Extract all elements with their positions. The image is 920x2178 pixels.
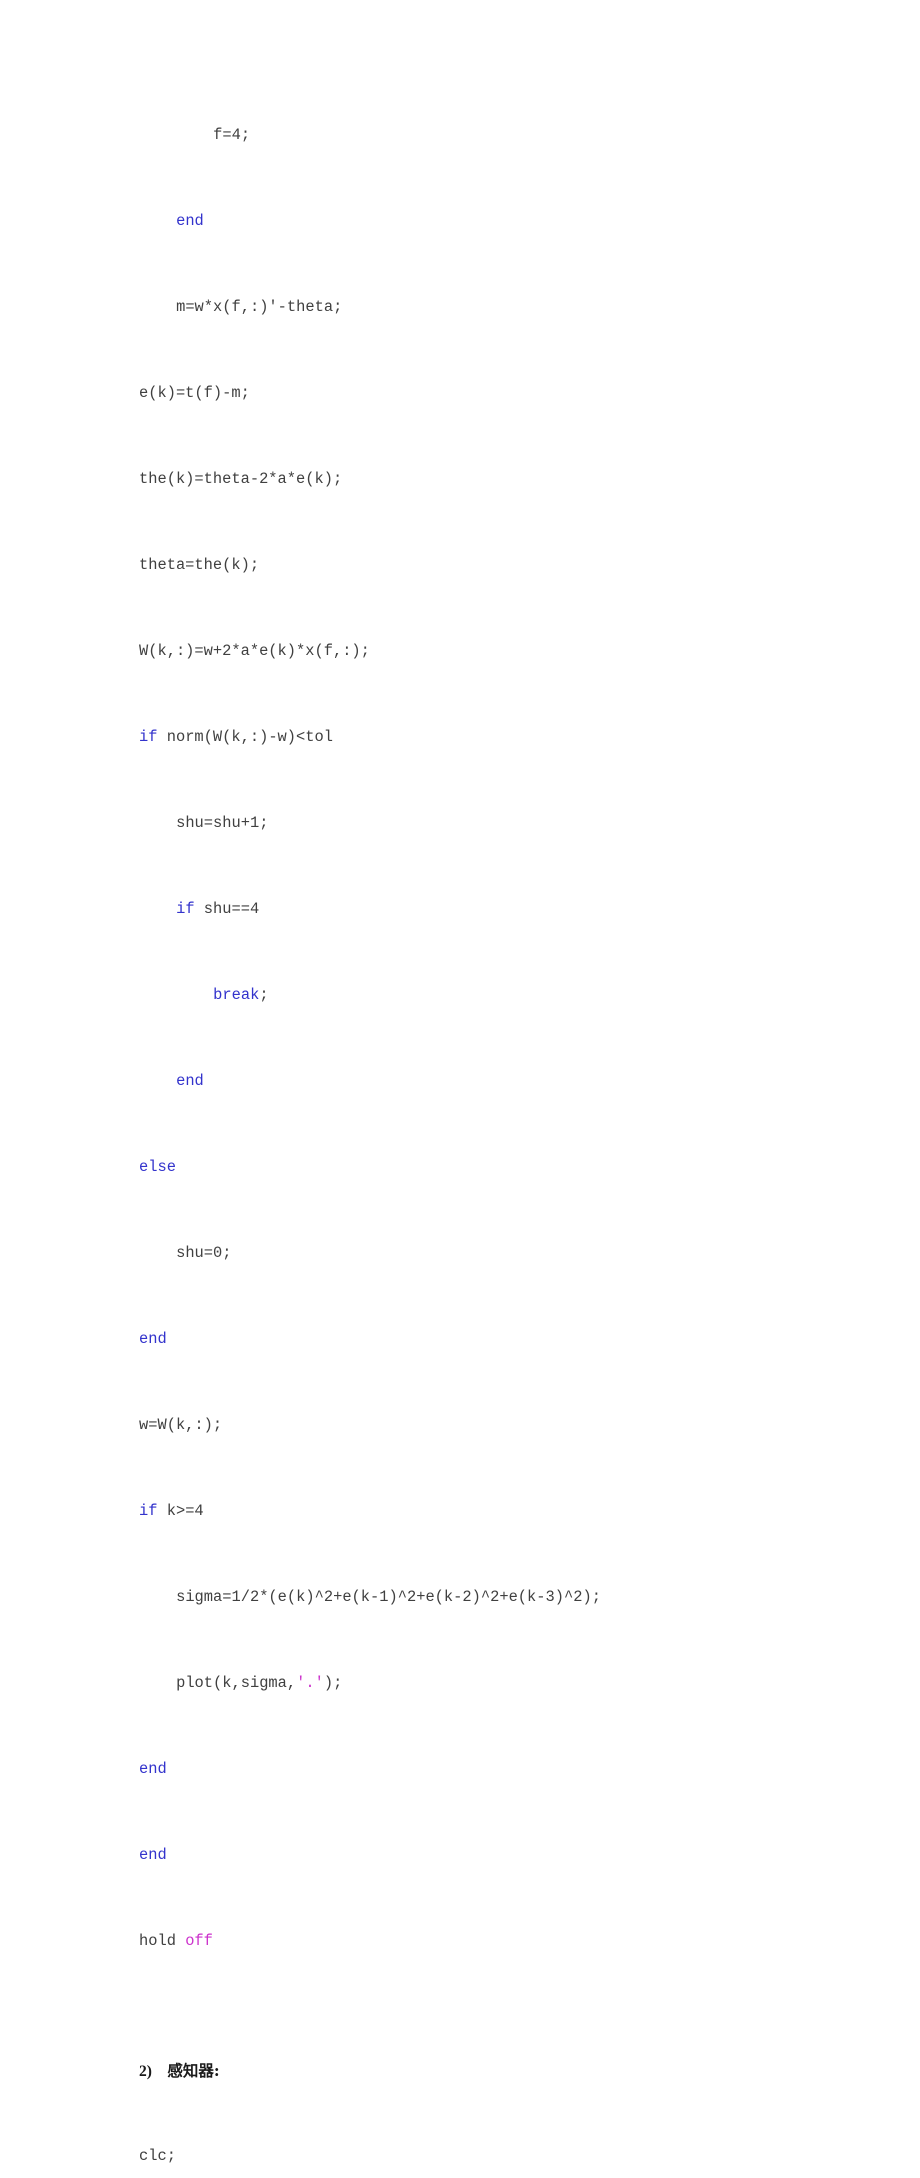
document-page: f=4; end m=w*x(f,:)'-theta; e(k)=t(f)-m;… (0, 0, 920, 2165)
code-line: shu=0; (139, 1232, 839, 1275)
code-keyword: end (139, 1846, 167, 1864)
code-keyword: break (213, 986, 260, 1004)
code-keyword: if (176, 900, 195, 918)
code-text: the(k)=theta-2*a*e(k); (139, 470, 343, 488)
code-keyword: if (139, 1502, 158, 1520)
code-keyword: end (176, 212, 204, 230)
code-line: theta=the(k); (139, 544, 839, 587)
code-text: shu=0; (176, 1244, 232, 1262)
code-line: end (139, 1318, 839, 1361)
code-line: if shu==4 (139, 888, 839, 931)
code-line: clc; (139, 2135, 839, 2178)
code-keyword: end (139, 1760, 167, 1778)
section-heading-number (152, 2063, 168, 2080)
code-line: e(k)=t(f)-m; (139, 372, 839, 415)
code-text: w=W(k,:); (139, 1416, 223, 1434)
code-keyword: end (139, 1330, 167, 1348)
section-heading-number: 2) (139, 2063, 152, 2080)
code-text: theta=the(k); (139, 556, 260, 574)
section-heading: 2) 感知器: (139, 2049, 839, 2092)
code-text: sigma=1/2*(e(k)^2+e(k-1)^2+e(k-2)^2+e(k-… (176, 1588, 601, 1606)
code-line: plot(k,sigma,'.'); (139, 1662, 839, 1705)
code-line: m=w*x(f,:)'-theta; (139, 286, 839, 329)
code-text: W(k,:)=w+2*a*e(k)*x(f,:); (139, 642, 370, 660)
code-keyword: else (139, 1158, 176, 1176)
code-text: k>=4 (157, 1502, 204, 1520)
code-text: plot(k,sigma, (176, 1674, 297, 1692)
code-string: '.' (296, 1674, 324, 1692)
code-line: W(k,:)=w+2*a*e(k)*x(f,:); (139, 630, 839, 673)
code-line: shu=shu+1; (139, 802, 839, 845)
code-line: w=W(k,:); (139, 1404, 839, 1447)
code-line: the(k)=theta-2*a*e(k); (139, 458, 839, 501)
code-line: break; (139, 974, 839, 1017)
code-line: if k>=4 (139, 1490, 839, 1533)
code-text: norm(W(k,:)-w)<tol (157, 728, 333, 746)
code-line: end (139, 1060, 839, 1103)
code-listing-body: f=4; end m=w*x(f,:)'-theta; e(k)=t(f)-m;… (139, 114, 839, 2178)
section-heading-text: 感知器: (167, 2061, 220, 2080)
code-text: ; (259, 986, 269, 1004)
code-line: sigma=1/2*(e(k)^2+e(k-1)^2+e(k-2)^2+e(k-… (139, 1576, 839, 1619)
code-line: end (139, 200, 839, 243)
code-line: hold off (139, 1920, 839, 1963)
code-text: e(k)=t(f)-m; (139, 384, 250, 402)
code-text: hold (139, 1932, 186, 1950)
code-text: m=w*x(f,:)'-theta; (176, 298, 343, 316)
code-line: end (139, 1834, 839, 1877)
code-text: f=4; (213, 126, 251, 144)
code-text: clc; (139, 2147, 176, 2165)
code-line: else (139, 1146, 839, 1189)
code-line: end (139, 1748, 839, 1791)
code-string: off (185, 1932, 213, 1950)
code-text: shu=shu+1; (176, 814, 269, 832)
code-text: ); (323, 1674, 343, 1692)
code-line: if norm(W(k,:)-w)<tol (139, 716, 839, 759)
code-line: f=4; (139, 114, 839, 157)
code-keyword: end (176, 1072, 204, 1090)
code-keyword: if (139, 728, 158, 746)
code-text: shu==4 (194, 900, 260, 918)
